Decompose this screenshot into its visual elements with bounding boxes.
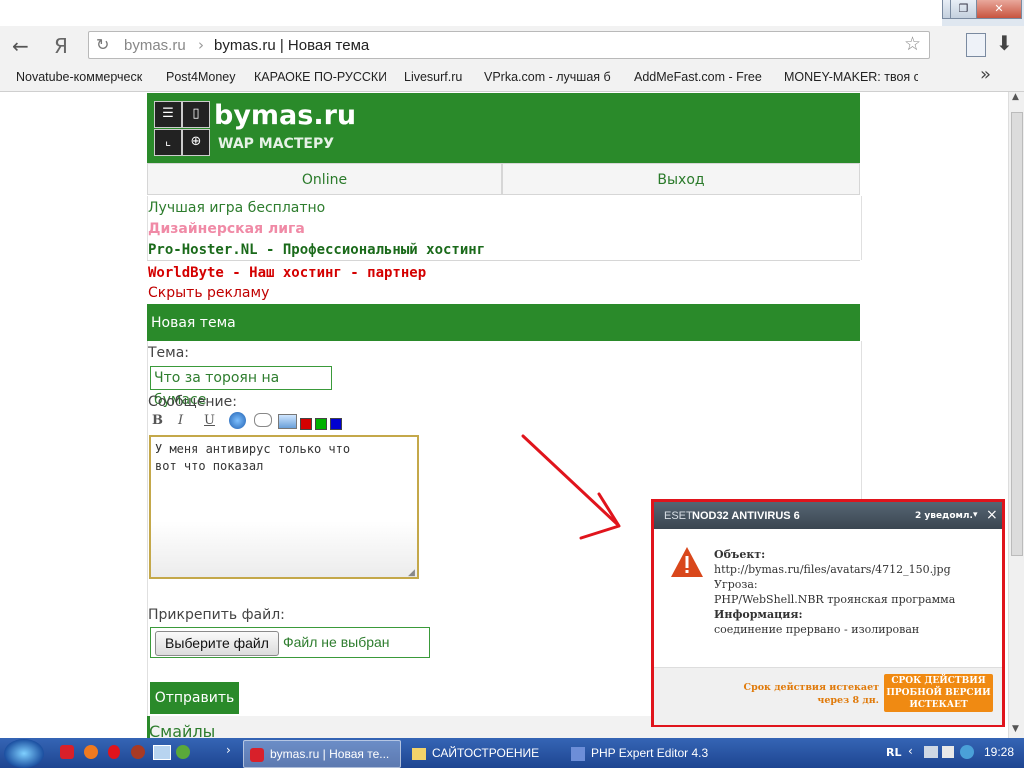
logo-list-icon: ☰ (154, 101, 182, 128)
bold-button[interactable]: B (152, 413, 163, 428)
no-file-text: Файл не выбран (283, 634, 390, 650)
underline-button[interactable]: U (204, 413, 215, 428)
task-folder[interactable]: САЙТОСТРОЕНИЕ (404, 740, 554, 766)
resize-handle-icon[interactable]: ◢ (408, 568, 415, 578)
theme-input[interactable]: Что за тороян на бумасе (150, 366, 332, 408)
choose-file-button[interactable]: Выберите файл (155, 631, 279, 656)
titlebar-blank (0, 0, 942, 26)
task-php-editor[interactable]: PHP Expert Editor 4.3 (563, 740, 733, 766)
chrome-icon[interactable] (131, 745, 145, 759)
divider (147, 260, 860, 261)
warning-icon (671, 547, 703, 577)
opera-icon[interactable] (108, 745, 120, 759)
popup-dropdown-icon[interactable]: ▾ (973, 510, 978, 520)
link-globe-icon[interactable] (229, 412, 246, 429)
nav-exit[interactable]: Выход (502, 163, 860, 195)
address-separator: › (198, 36, 204, 54)
popup-notifications[interactable]: 2 уведомл. (915, 511, 973, 521)
italic-button[interactable]: I (178, 413, 183, 428)
firefox-icon[interactable] (84, 745, 98, 759)
scroll-down-icon[interactable]: ▼ (1012, 724, 1019, 734)
bookmark-item[interactable]: MONEY-MAKER: твоя с (784, 70, 918, 84)
bookmark-item[interactable]: AddMeFast.com - Free (634, 70, 768, 84)
scrollbar-thumb[interactable] (1011, 112, 1023, 556)
expire-button[interactable]: СРОК ДЕЙСТВИЯ ПРОБНОЙ ВЕРСИИ ИСТЕКАЕТ (884, 674, 993, 712)
info-label: Информация: (714, 608, 803, 621)
bookmark-item[interactable]: Livesurf.ru (404, 70, 470, 84)
bookmark-item[interactable]: КАРАОКЕ ПО-РУССКИ: (254, 70, 386, 84)
color-blue-swatch[interactable] (330, 418, 342, 430)
php-editor-icon (571, 746, 585, 761)
color-red-swatch[interactable] (300, 418, 312, 430)
address-title: bymas.ru | Новая тема (214, 37, 370, 54)
yandex-browser-icon[interactable] (60, 745, 74, 759)
section-title: Новая тема (151, 315, 236, 331)
task-browser[interactable]: bymas.ru | Новая те... (243, 740, 401, 768)
popup-brand-product: NOD32 ANTIVIRUS 6 (692, 510, 800, 522)
hide-ads-link[interactable]: Скрыть рекламу (148, 285, 269, 301)
image-icon[interactable] (278, 414, 297, 429)
quote-bubble-icon[interactable] (254, 413, 272, 427)
bookmark-item[interactable]: VPrka.com - лучшая б (484, 70, 616, 84)
bookmark-item[interactable]: Novatube-коммерческ (16, 70, 148, 84)
expire-note-line2: через 8 дн. (817, 695, 879, 706)
task-label: bymas.ru | Новая те... (270, 747, 390, 761)
logo-subtitle: WAP МАСТЕРУ (218, 136, 334, 152)
nav-online[interactable]: Online (147, 163, 502, 195)
expire-note-line1: Срок действия истекает (743, 682, 879, 693)
tray-expand-icon[interactable]: ‹ (908, 744, 913, 758)
message-text: У меня антивирус только что вот что пока… (155, 442, 351, 473)
close-window-button[interactable]: ✕ (976, 0, 1022, 19)
popup-brand-eset: ESET (664, 510, 693, 522)
logo-globe-icon: ⊕ (182, 129, 210, 156)
start-button[interactable] (4, 739, 44, 768)
task-label: PHP Expert Editor 4.3 (591, 746, 709, 760)
attach-label: Прикрепить файл: (148, 607, 285, 623)
yandex-task-icon (250, 747, 264, 762)
submit-button[interactable]: Отправить (150, 682, 239, 714)
theme-label: Тема: (148, 345, 190, 361)
eset-tray-icon[interactable] (960, 745, 974, 759)
threat-label: Угроза: (714, 578, 758, 591)
star-icon[interactable]: ☆ (904, 33, 921, 55)
color-green-swatch[interactable] (315, 418, 327, 430)
task-label: САЙТОСТРОЕНИЕ (432, 746, 540, 760)
bookmark-item[interactable]: Post4Money (166, 70, 240, 84)
ad-link[interactable]: Дизайнерская лига (148, 221, 305, 237)
logo-terminal-icon: ⌞ (154, 129, 182, 156)
red-arrow-annotation (521, 434, 621, 540)
threat-value: PHP/WebShell.NBR троянская программа (714, 593, 956, 606)
xbox-icon[interactable] (176, 745, 190, 759)
window-titlebar: ▁ ❐ ✕ (0, 0, 1024, 26)
object-value: http://bymas.ru/files/avatars/4712_150.j… (714, 563, 951, 576)
ad-link[interactable]: Лучшая игра бесплатно (148, 200, 325, 216)
scroll-up-icon[interactable]: ▲ (1012, 92, 1019, 102)
vertical-scrollbar[interactable]: ▲ ▼ (1008, 92, 1024, 738)
address-host: bymas.ru (124, 37, 186, 54)
ad-link[interactable]: WorldByte - Наш хостинг - партнер (148, 265, 426, 281)
ad-link[interactable]: Pro-Hoster.NL - Профессиональный хостинг (148, 242, 485, 258)
bookmarks-more-icon[interactable]: » (980, 64, 991, 85)
info-value: соединение прервано - изолирован (714, 623, 920, 636)
logo-title[interactable]: bymas.ru (214, 100, 356, 131)
quicklaunch-more-icon[interactable]: › (226, 743, 231, 757)
clock: 19:28 (984, 745, 1015, 759)
logo-phone-icon: ▯ (182, 101, 210, 128)
restore-button[interactable]: ❐ (950, 0, 977, 19)
desktop-icon[interactable] (153, 745, 171, 760)
message-label: Сообщение: (148, 394, 237, 410)
sound-icon[interactable] (942, 746, 954, 758)
folder-icon (412, 747, 426, 760)
page-icon[interactable] (966, 33, 986, 57)
section-header (147, 304, 860, 341)
yandex-icon[interactable]: Я (54, 34, 68, 58)
language-indicator[interactable]: RL (886, 746, 901, 759)
download-icon[interactable]: ⬇ (996, 31, 1013, 55)
object-label: Объект: (714, 548, 766, 561)
popup-close-button[interactable]: × (986, 507, 998, 523)
back-icon[interactable]: ← (12, 34, 29, 58)
network-icon[interactable] (924, 746, 938, 758)
reload-icon[interactable]: ↻ (96, 35, 109, 54)
